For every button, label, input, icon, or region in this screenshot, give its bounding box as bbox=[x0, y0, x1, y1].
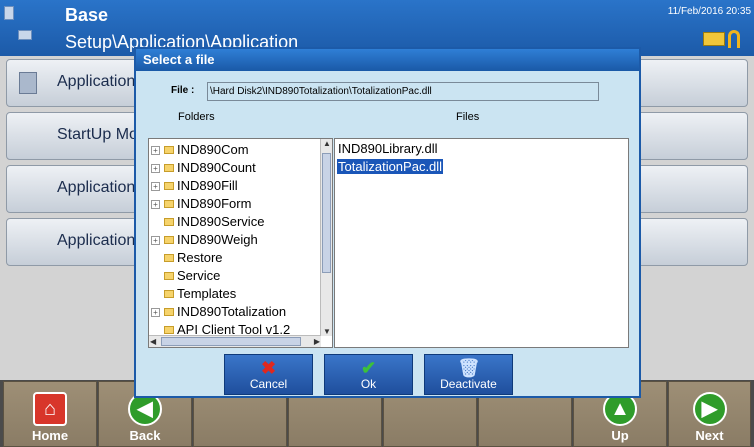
trash-icon: 🗑 bbox=[457, 358, 481, 378]
deactivate-label: Deactivate bbox=[440, 377, 497, 391]
folder-label: Templates bbox=[177, 286, 237, 301]
ok-button[interactable]: ✔ Ok bbox=[324, 354, 413, 395]
x-icon: ✖ bbox=[260, 358, 277, 378]
folder-icon bbox=[164, 290, 174, 298]
expand-plus-icon[interactable]: + bbox=[151, 308, 160, 317]
expand-plus-icon[interactable]: + bbox=[151, 182, 160, 191]
folder-label: IND890Service bbox=[177, 214, 265, 229]
file-path-field[interactable]: \Hard Disk2\IND890Totalization\Totalizat… bbox=[207, 82, 599, 101]
folder-icon bbox=[164, 146, 174, 154]
scroll-left-arrow-icon[interactable]: ◀ bbox=[150, 337, 156, 346]
up-label: Up bbox=[611, 428, 629, 443]
scrollbar-thumb[interactable] bbox=[322, 153, 331, 273]
scroll-up-arrow-icon[interactable]: ▲ bbox=[323, 139, 331, 148]
scroll-right-arrow-icon[interactable]: ▶ bbox=[314, 337, 320, 346]
folder-item[interactable]: Service bbox=[151, 268, 220, 286]
folder-icon bbox=[164, 164, 174, 172]
checkmark-icon: ✔ bbox=[360, 358, 377, 378]
folder-label: Service bbox=[177, 268, 221, 283]
lock-icon bbox=[728, 30, 740, 48]
app-icon bbox=[4, 6, 14, 20]
header-datetime: 11/Feb/2016 20:35 bbox=[667, 6, 751, 17]
menu-item-label: StartUp Mo bbox=[57, 126, 138, 143]
folder-item[interactable]: + IND890Fill bbox=[151, 178, 238, 196]
folder-label: IND890Com bbox=[177, 142, 249, 157]
file-item[interactable]: IND890Library.dll bbox=[337, 141, 438, 156]
folder-icon bbox=[164, 182, 174, 190]
home-button[interactable]: ⌂ Home bbox=[3, 381, 97, 447]
folder-icon bbox=[164, 236, 174, 244]
files-list[interactable]: IND890Library.dll TotalizationPac.dll bbox=[334, 138, 629, 348]
cancel-button[interactable]: ✖ Cancel bbox=[224, 354, 313, 395]
folder-icon bbox=[164, 272, 174, 280]
folder-icon bbox=[164, 254, 174, 262]
folders-tree[interactable]: + IND890Com + IND890Count + IND890Fill + IND890… bbox=[148, 138, 333, 348]
home-icon: ⌂ bbox=[33, 392, 67, 426]
folder-icon bbox=[164, 200, 174, 208]
folder-item[interactable]: + IND890Count bbox=[151, 160, 256, 178]
menu-item-label: Application bbox=[57, 179, 136, 196]
network-icon bbox=[703, 32, 725, 46]
scrollbar-thumb[interactable] bbox=[161, 337, 301, 346]
menu-item-label: Application bbox=[57, 232, 136, 249]
expand-plus-icon[interactable]: + bbox=[151, 146, 160, 155]
deactivate-button[interactable]: 🗑 Deactivate bbox=[424, 354, 513, 395]
ok-label: Ok bbox=[360, 377, 377, 391]
folder-item[interactable]: + IND890Form bbox=[151, 196, 251, 214]
folder-icon bbox=[164, 308, 174, 316]
folder-icon bbox=[164, 218, 174, 226]
folder-label: IND890Totalization bbox=[177, 304, 287, 319]
arrow-right-icon: ▶ bbox=[692, 392, 727, 426]
tree-icon bbox=[18, 30, 32, 40]
folder-item[interactable]: Templates bbox=[151, 286, 236, 304]
folder-label: IND890Form bbox=[177, 196, 252, 211]
home-label: Home bbox=[31, 428, 69, 443]
menu-item-label: Application bbox=[57, 73, 136, 90]
scroll-down-arrow-icon[interactable]: ▼ bbox=[323, 327, 331, 336]
expand-plus-icon[interactable]: + bbox=[151, 236, 160, 245]
select-file-dialog: Select a file File : \Hard Disk2\IND890T… bbox=[134, 47, 641, 398]
file-item[interactable]: TotalizationPac.dll bbox=[337, 159, 444, 174]
folder-item[interactable]: + IND890Com bbox=[151, 142, 249, 160]
folder-label: IND890Fill bbox=[177, 178, 238, 193]
folders-vertical-scrollbar[interactable]: ▲ ▼ bbox=[320, 139, 332, 336]
file-label: File : bbox=[171, 85, 195, 96]
dialog-title: Select a file bbox=[136, 49, 639, 71]
next-label: Next bbox=[695, 428, 724, 443]
files-header: Files bbox=[456, 111, 480, 123]
folders-horizontal-scrollbar[interactable]: ◀ ▶ bbox=[149, 335, 321, 347]
folder-item[interactable]: + IND890Weigh bbox=[151, 232, 258, 250]
folder-item[interactable]: IND890Service bbox=[151, 214, 264, 232]
back-label: Back bbox=[129, 428, 161, 443]
expand-plus-icon[interactable]: + bbox=[151, 164, 160, 173]
folder-label: IND890Weigh bbox=[177, 232, 258, 247]
folder-label: IND890Count bbox=[177, 160, 256, 175]
folders-header: Folders bbox=[178, 111, 215, 123]
folder-item[interactable]: + IND890Totalization bbox=[151, 304, 286, 322]
expand-plus-icon[interactable]: + bbox=[151, 200, 160, 209]
folder-icon bbox=[164, 326, 174, 334]
setup-icon bbox=[19, 72, 37, 94]
folder-item[interactable]: Restore bbox=[151, 250, 223, 268]
folder-label: Restore bbox=[177, 250, 223, 265]
header-title: Base bbox=[65, 5, 109, 25]
cancel-label: Cancel bbox=[249, 377, 288, 391]
next-button[interactable]: ▶ Next bbox=[668, 381, 751, 447]
